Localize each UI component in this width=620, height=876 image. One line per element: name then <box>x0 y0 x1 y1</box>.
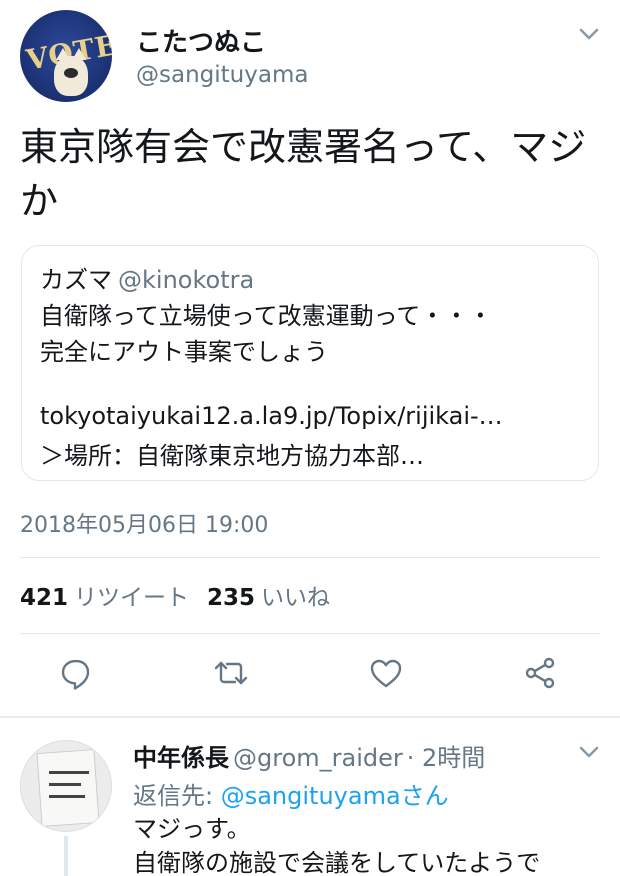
quote-text-line: 自衛隊って立場使って改憲運動って・・・ <box>40 302 493 330</box>
avatar-ink <box>49 795 85 798</box>
tweet-text: 東京隊有会で改憲署名って、マジか <box>20 125 587 223</box>
display-name[interactable]: こたつぬこ <box>136 22 266 59</box>
user-handle[interactable]: @sangituyama <box>136 62 308 88</box>
chevron-down-icon[interactable] <box>578 744 600 760</box>
reply-display-name[interactable]: 中年係長 <box>133 744 229 772</box>
reply-text-line: 自衛隊の施設で会議をしていたようで <box>133 849 541 876</box>
reply-avatar[interactable] <box>20 740 112 832</box>
avatar[interactable]: VOTE <box>20 10 112 102</box>
like-icon[interactable] <box>368 655 408 695</box>
avatar-ink <box>49 771 89 774</box>
like-label[interactable]: いいね <box>261 585 330 611</box>
tweet-stats: 421 リツイート 235 いいね <box>20 578 348 612</box>
avatar-cat-spot <box>64 68 78 78</box>
tweet-timestamp[interactable]: 2018年05月06日 19:00 <box>20 507 268 539</box>
reply-to: 返信先: @sangituyamaさん <box>133 776 449 811</box>
reply-text-line: マジっす。 <box>133 815 251 843</box>
section-divider <box>0 716 620 718</box>
quote-author-name: カズマ <box>40 266 112 294</box>
reply-to-mention[interactable]: @sangituyamaさん <box>221 782 449 810</box>
quote-author-handle: @kinokotra <box>118 266 255 294</box>
chevron-down-icon[interactable] <box>578 26 600 42</box>
reply-handle[interactable]: @grom_raider <box>233 744 403 772</box>
quote-text-line: 完全にアウト事案でしょう <box>40 338 328 366</box>
reply-time: · 2時間 <box>406 744 486 772</box>
quote-header: カズマ @kinokotra <box>40 260 254 295</box>
reply-icon[interactable] <box>58 655 98 695</box>
retweet-icon[interactable] <box>213 655 253 695</box>
quote-tweet[interactable]: カズマ @kinokotra 自衛隊って立場使って改憲運動って・・・ 完全にアウト… <box>21 245 599 481</box>
retweet-label[interactable]: リツイート <box>74 585 189 611</box>
avatar-paper <box>36 749 100 827</box>
thread-line <box>64 836 68 876</box>
share-icon[interactable] <box>522 655 562 695</box>
avatar-ink <box>49 783 81 786</box>
reply-header: 中年係長 @grom_raider · 2時間 <box>133 738 485 773</box>
reply-to-label: 返信先: <box>133 782 221 810</box>
reply-text: マジっす。 自衛隊の施設で会議をしていたようで <box>133 812 540 876</box>
action-bar <box>0 655 620 695</box>
retweet-count[interactable]: 421 <box>20 585 68 611</box>
like-count[interactable]: 235 <box>207 585 255 611</box>
quote-link: tokyotaiyukai12.a.la9.jp/Topix/rijikai-… <box>40 402 503 430</box>
quote-text-line: ＞場所：自衛隊東京地方協力本部… <box>40 442 424 470</box>
divider <box>20 557 600 558</box>
divider <box>20 633 600 634</box>
